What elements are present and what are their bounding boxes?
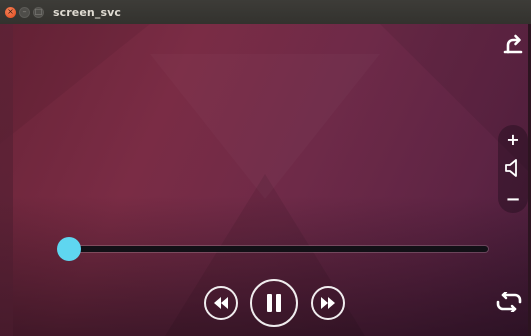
rewind-icon xyxy=(214,297,228,309)
rewind-button[interactable] xyxy=(204,286,238,320)
volume-up-button[interactable]: + xyxy=(498,129,528,149)
volume-down-button[interactable]: − xyxy=(498,189,528,210)
window-controls: × – □ xyxy=(5,6,44,18)
title-bar: × – □ screen_svc xyxy=(0,0,531,24)
window-title: screen_svc xyxy=(53,5,121,19)
window-minimize-button[interactable]: – xyxy=(19,6,30,18)
pause-icon xyxy=(267,294,281,312)
rotate-right-icon xyxy=(503,34,523,54)
repeat-icon xyxy=(496,290,522,314)
seek-handle[interactable] xyxy=(56,237,81,261)
fast-forward-button[interactable] xyxy=(311,286,345,320)
rotate-button[interactable] xyxy=(502,33,524,55)
speaker-icon xyxy=(503,157,523,179)
seek-bar[interactable] xyxy=(56,237,488,261)
app-window: × – □ screen_svc + − xyxy=(0,0,531,336)
window-maximize-button[interactable]: □ xyxy=(33,6,44,18)
left-border xyxy=(0,24,13,336)
window-close-button[interactable]: × xyxy=(5,6,16,18)
fast-forward-icon xyxy=(321,297,335,309)
volume-control: + − xyxy=(498,125,528,213)
pause-button[interactable] xyxy=(250,279,298,327)
repeat-button[interactable] xyxy=(495,290,523,314)
